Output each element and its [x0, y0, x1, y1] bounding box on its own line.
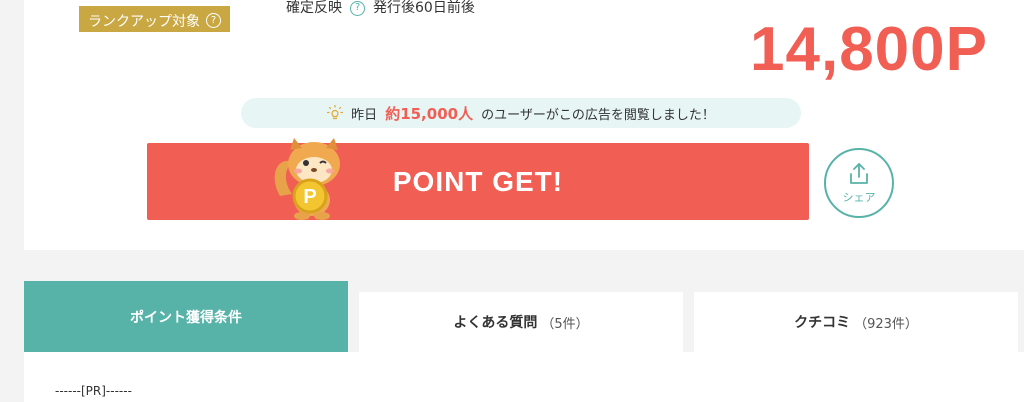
coin-letter: P [303, 186, 316, 208]
tab-count: （923件） [854, 316, 918, 332]
point-amount: 14,800P [750, 15, 988, 84]
tab-bar: ポイント獲得条件 よくある質問 （5件） クチコミ （923件） [24, 281, 1024, 352]
tab-faq[interactable]: よくある質問 （5件） [359, 292, 683, 352]
tab-label: クチコミ [794, 315, 851, 331]
viewer-banner: 昨日 約15,000人 のユーザーがこの広告を閲覧しました！ [241, 98, 801, 128]
share-icon [850, 162, 868, 184]
confirm-row: 確定反映 ? 発行後60日前後 [286, 0, 475, 16]
pr-line: ------[PR]------ [55, 384, 132, 398]
help-icon[interactable]: ? [350, 0, 365, 16]
squirrel-mascot-icon: P [274, 138, 340, 220]
confirm-value: 発行後60日前後 [373, 0, 475, 16]
tab-count: （5件） [541, 316, 589, 332]
rank-up-label: ランクアップ対象 [88, 13, 200, 30]
lightbulb-icon [327, 105, 344, 120]
viewer-prefix: 昨日 [351, 107, 378, 123]
share-label: シェア [842, 190, 876, 204]
tab-label: よくある質問 [453, 315, 538, 331]
viewer-suffix: のユーザーがこの広告を閲覧しました！ [481, 107, 715, 123]
tab-label: ポイント獲得条件 [130, 309, 242, 326]
tab-reviews[interactable]: クチコミ （923件） [694, 292, 1018, 352]
point-get-button[interactable]: POINT GET! [147, 143, 809, 220]
tab-point-conditions[interactable]: ポイント獲得条件 [24, 281, 348, 352]
tab-content: ------[PR]------ [24, 352, 1024, 402]
viewer-count: 約15,000人 [385, 104, 474, 123]
help-icon[interactable]: ? [206, 13, 221, 28]
share-button[interactable]: シェア [824, 148, 894, 218]
rank-up-badge[interactable]: ランクアップ対象 ? [79, 6, 230, 32]
confirm-label: 確定反映 [286, 0, 342, 16]
